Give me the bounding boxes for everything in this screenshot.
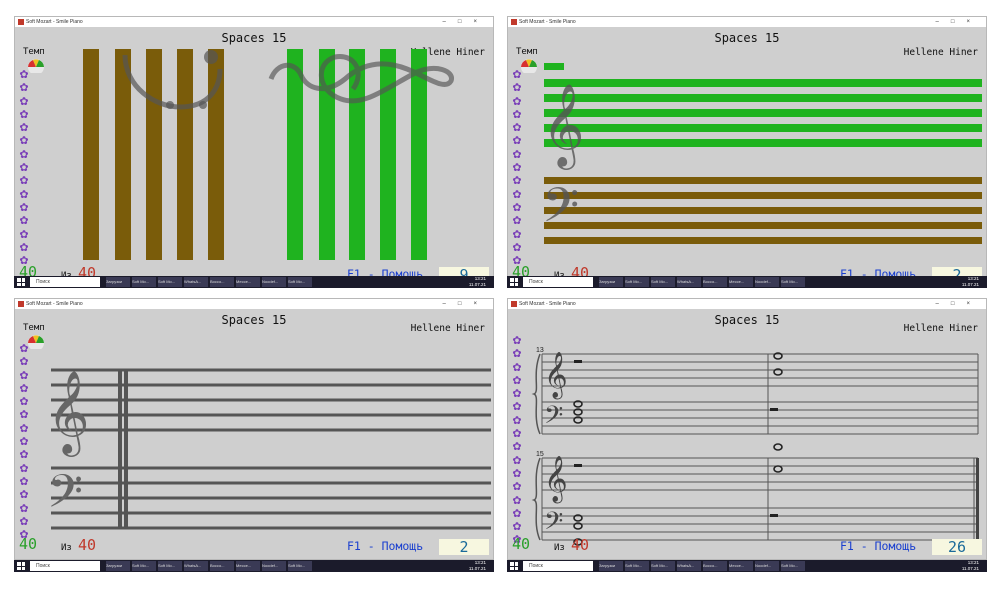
search-input[interactable]: Поиск (523, 561, 593, 571)
of-value: 40 (78, 536, 97, 554)
clock-date: 11.07.21 (468, 566, 486, 571)
taskbar-items: Загрузки Soft Mo... Soft Mo... WhatsA...… (599, 561, 937, 571)
windows-start-icon[interactable] (17, 278, 25, 286)
taskbar-item[interactable]: Soft Mo... (781, 561, 805, 571)
horizontal-staves: 𝄞 𝄢 (542, 63, 982, 245)
windows-start-icon[interactable] (17, 562, 25, 570)
taskbar-item[interactable]: Мессе... (729, 561, 753, 571)
taskbar-item[interactable]: Мессе... (236, 561, 260, 571)
bass-clef-icon: 𝄢 (544, 401, 563, 436)
taskbar-item[interactable]: Загрузки (106, 561, 130, 571)
bass-clef-icon: 𝄢 (542, 177, 579, 245)
of-label: Из (554, 543, 565, 553)
taskbar-item[interactable]: Загрузки (599, 561, 623, 571)
taskbar-item[interactable]: Soft Mo... (132, 277, 156, 287)
taskbar-item[interactable]: Загрузки (599, 277, 623, 287)
treble-clef-icon: 𝄞 (544, 456, 568, 504)
windows-start-icon[interactable] (510, 562, 518, 570)
taskbar-item[interactable]: Воссо... (703, 561, 727, 571)
vertical-staves (83, 49, 454, 260)
search-input[interactable]: Поиск (30, 561, 100, 571)
taskbar-item[interactable]: WhatsA... (677, 561, 701, 571)
taskbar-items: Загрузки Soft Mo... Soft Mo... WhatsA...… (106, 561, 444, 571)
clock-date: 11.07.21 (468, 282, 486, 287)
sheet-music: 13 15 𝄞 𝄢 𝄞 𝄢 (531, 347, 979, 546)
taskbar-item[interactable]: Воссо... (703, 277, 727, 287)
treble-clef-icon: 𝄞 (542, 82, 585, 170)
taskbar-item[interactable]: Noodef... (755, 561, 779, 571)
taskbar-item[interactable]: Soft Mo... (158, 277, 182, 287)
taskbar-items: Загрузки Soft Mo... Soft Mo... WhatsA...… (599, 277, 937, 287)
taskbar: Поиск Загрузки Soft Mo... Soft Mo... Wha… (14, 560, 494, 572)
taskbar-item[interactable]: Загрузки (106, 277, 130, 287)
clock-date: 11.07.21 (961, 282, 979, 287)
bass-clef-icon: 𝄢 (544, 507, 563, 542)
bass-clef-icon (122, 54, 223, 110)
panel-3: Soft Mozart - Smile Piano –□× Spaces 15 H… (14, 298, 494, 560)
taskbar-item[interactable]: Noodef... (755, 277, 779, 287)
panel-4: Soft Mozart - Smile Piano –□× Spaces 15 H… (507, 298, 987, 560)
search-input[interactable]: Поиск (30, 277, 100, 287)
taskbar-clock[interactable]: 13:21 11.07.21 (962, 560, 979, 572)
grand-staff: 𝄞 𝄢 (47, 368, 491, 530)
of-value: 40 (571, 536, 590, 554)
taskbar: Поиск Загрузки Soft Mo... Soft Mo... Wha… (507, 560, 987, 572)
taskbar-item[interactable]: Soft Mo... (625, 561, 649, 571)
taskbar: Поиск Загрузки Soft Mo... Soft Mo... Wha… (507, 276, 987, 288)
total-counter-left: 40 (19, 535, 38, 553)
windows-start-icon[interactable] (510, 278, 518, 286)
panel-2: Soft Mozart - Smile Piano –□× Spaces 15 H… (507, 16, 987, 288)
taskbar: Поиск Загрузки Soft Mo... Soft Mo... Wha… (14, 276, 494, 288)
taskbar-item[interactable]: Soft Mo... (781, 277, 805, 287)
measure-number: 13 (536, 347, 544, 354)
taskbar-item[interactable]: Noodef... (262, 277, 286, 287)
taskbar-item[interactable]: WhatsA... (184, 277, 208, 287)
treble-clef-icon: 𝄞 (544, 352, 568, 400)
taskbar-item[interactable]: Soft Mo... (651, 561, 675, 571)
taskbar-items: Загрузки Soft Mo... Soft Mo... WhatsA...… (106, 277, 444, 287)
taskbar-item[interactable]: WhatsA... (184, 561, 208, 571)
taskbar-item[interactable]: Воссо... (210, 277, 234, 287)
measure-counter: 26 (932, 539, 982, 555)
taskbar-item[interactable]: Мессе... (236, 277, 260, 287)
taskbar-item[interactable]: Воссо... (210, 561, 234, 571)
taskbar-item[interactable]: Soft Mo... (625, 277, 649, 287)
of-label: Из (61, 543, 72, 553)
taskbar-item[interactable]: Soft Mo... (132, 561, 156, 571)
measure-counter: 2 (439, 539, 489, 555)
panel-1: Soft Mozart - Smile Piano –□× Spaces 15 H… (14, 16, 494, 288)
taskbar-item[interactable]: Soft Mo... (288, 561, 312, 571)
taskbar-clock[interactable]: 13:21 11.07.21 (469, 560, 486, 572)
treble-clef-icon: 𝄞 (47, 369, 90, 457)
bass-clef-icon: 𝄢 (47, 465, 83, 530)
taskbar-item[interactable]: WhatsA... (677, 277, 701, 287)
measure-number: 15 (536, 451, 544, 458)
taskbar-item[interactable]: Noodef... (262, 561, 286, 571)
total-counter-left: 40 (512, 535, 531, 553)
search-input[interactable]: Поиск (523, 277, 593, 287)
taskbar-item[interactable]: Soft Mo... (651, 277, 675, 287)
taskbar-clock[interactable]: 13:21 11.07.21 (962, 276, 979, 288)
taskbar-clock[interactable]: 13:21 11.07.21 (469, 276, 486, 288)
taskbar-item[interactable]: Soft Mo... (288, 277, 312, 287)
taskbar-item[interactable]: Мессе... (729, 277, 753, 287)
help-hint[interactable]: F1 - Помощь (840, 539, 916, 553)
taskbar-item[interactable]: Soft Mo... (158, 561, 182, 571)
help-hint[interactable]: F1 - Помощь (347, 539, 423, 553)
clock-date: 11.07.21 (961, 566, 979, 571)
